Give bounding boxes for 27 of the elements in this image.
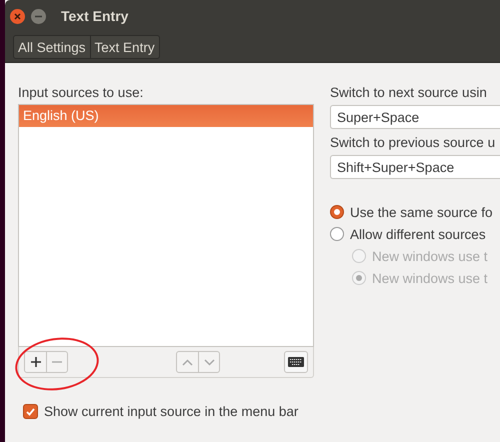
- checkbox-label: Show current input source in the menu bar: [44, 404, 298, 419]
- keyboard-icon: [288, 357, 304, 367]
- radio-button[interactable]: [330, 205, 344, 219]
- window-title: Text Entry: [61, 8, 128, 24]
- keyboard-button[interactable]: [284, 351, 308, 373]
- radio-label: New windows use t: [372, 248, 488, 264]
- shortcut-label: Switch to previous source u: [330, 134, 496, 152]
- close-icon: [14, 12, 21, 20]
- plus-icon: [30, 357, 40, 367]
- minus-icon: [52, 361, 62, 363]
- radio-button[interactable]: [330, 227, 344, 241]
- shortcut-field[interactable]: Shift+Super+Space: [330, 155, 500, 179]
- shortcut-label: Switch to next source usin: [330, 84, 488, 102]
- chevron-down-icon: [204, 358, 214, 366]
- minimize-button[interactable]: [31, 8, 46, 24]
- checkbox[interactable]: [23, 404, 38, 419]
- shortcut-field[interactable]: Super+Space: [330, 105, 500, 129]
- radio-label: New windows use t: [372, 270, 488, 286]
- chevron-up-icon: [182, 358, 193, 366]
- minimize-icon: [35, 14, 42, 18]
- close-button[interactable]: [10, 8, 25, 24]
- radio-label: Allow different sources: [350, 226, 486, 242]
- breadcrumb-button[interactable]: All Settings: [14, 36, 90, 58]
- breadcrumb-button[interactable]: Text Entry: [90, 36, 159, 58]
- radio-label: Use the same source fo: [350, 204, 493, 220]
- list-label: Input sources to use:: [18, 84, 144, 102]
- check-icon: [26, 408, 35, 416]
